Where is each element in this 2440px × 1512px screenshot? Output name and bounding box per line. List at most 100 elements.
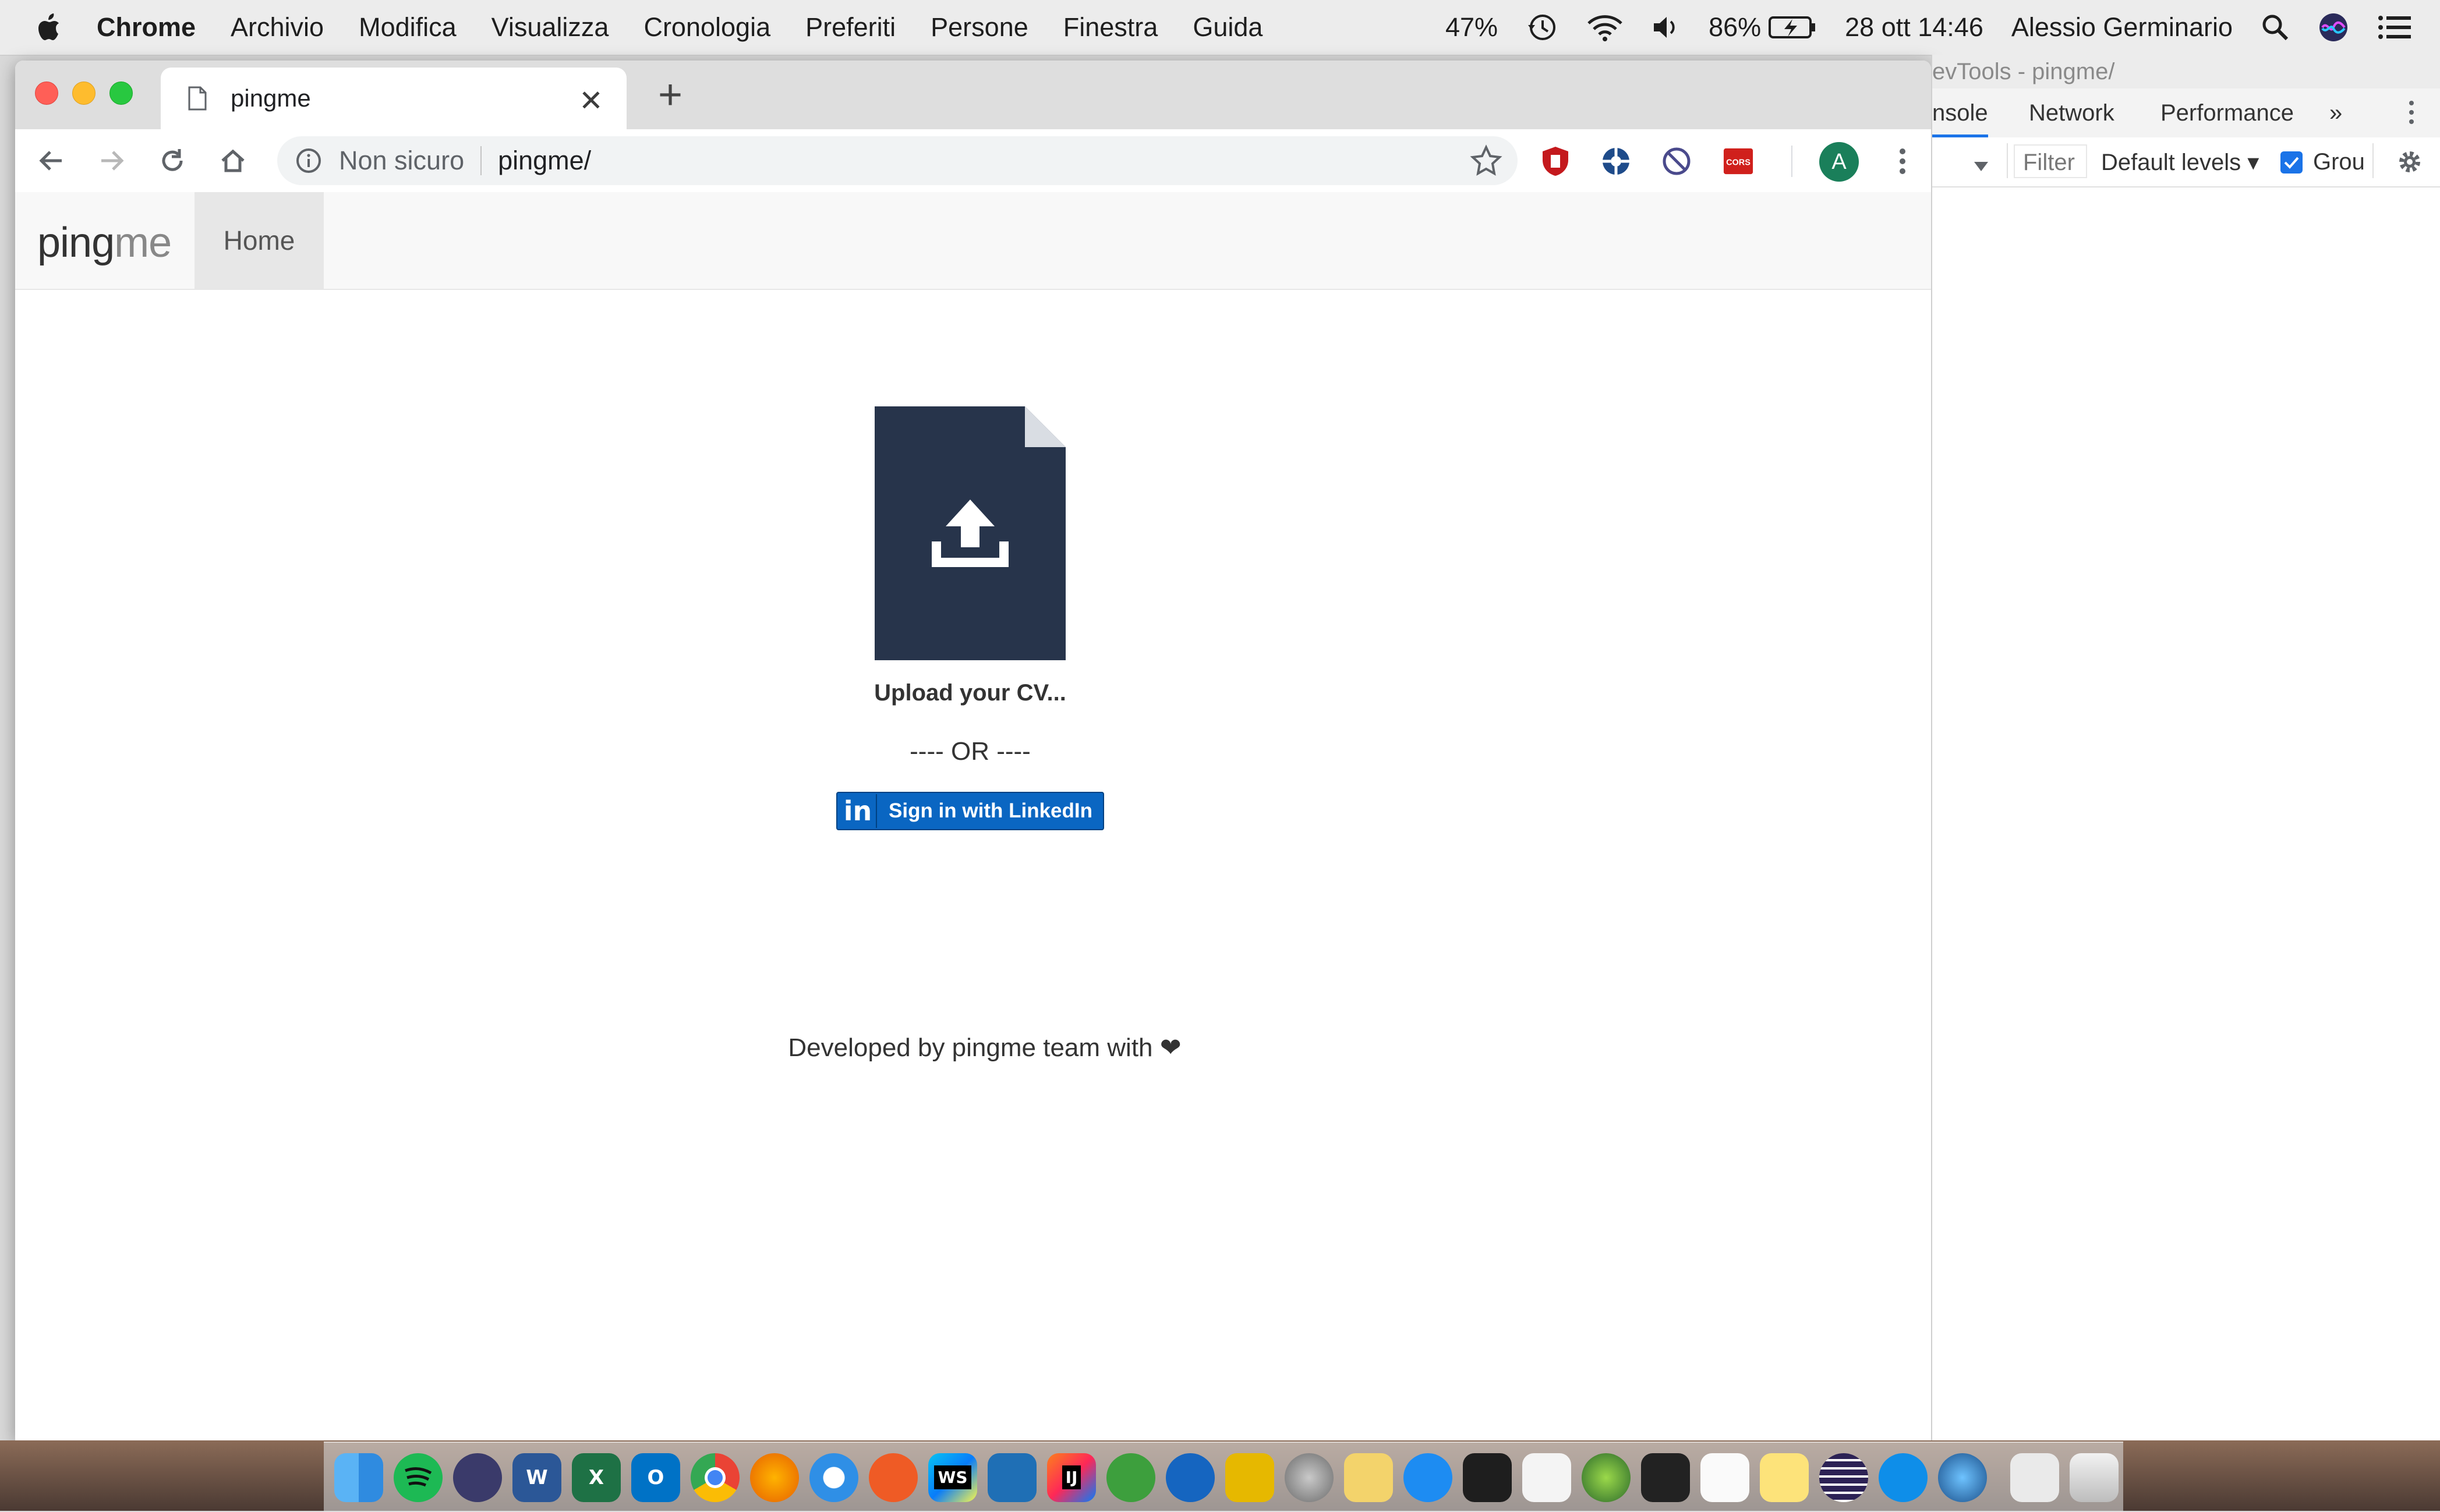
menu-archivio[interactable]: Archivio: [231, 12, 324, 43]
info-icon[interactable]: [295, 147, 323, 175]
filezilla-icon[interactable]: [1225, 1453, 1274, 1502]
group-similar-label: Grou: [2313, 149, 2365, 175]
menu-persone[interactable]: Persone: [931, 12, 1028, 43]
window-minimize-button[interactable]: [72, 82, 96, 105]
quicktime-icon[interactable]: [1938, 1453, 1987, 1502]
volume-icon[interactable]: [1652, 15, 1681, 40]
window-close-button[interactable]: [35, 82, 58, 105]
notification-center-icon[interactable]: [2377, 15, 2412, 40]
reload-icon[interactable]: [156, 144, 189, 177]
safari-icon[interactable]: [809, 1453, 858, 1502]
upload-label[interactable]: Upload your CV...: [714, 680, 1226, 706]
window-maximize-button[interactable]: [109, 82, 133, 105]
browser-tab[interactable]: pingme ✕: [161, 68, 627, 129]
context-dropdown-icon[interactable]: [1973, 153, 1989, 179]
vscode-icon[interactable]: [988, 1453, 1037, 1502]
brand-logo[interactable]: pingme: [37, 219, 172, 267]
battery-icon[interactable]: [1768, 15, 1817, 40]
teamviewer-icon[interactable]: [1879, 1453, 1928, 1502]
address-bar[interactable]: Non sicuro pingme/: [277, 136, 1518, 185]
status-area: 47% 86% 28 ott 14:46 Alessio Germinario: [1445, 0, 2440, 55]
tab-close-icon[interactable]: ✕: [577, 84, 606, 118]
time-machine-icon[interactable]: [1526, 11, 1558, 44]
terminal-icon[interactable]: [1463, 1453, 1512, 1502]
menu-preferiti[interactable]: Preferiti: [805, 12, 896, 43]
nav-home-link[interactable]: Home: [195, 192, 324, 289]
security-label[interactable]: Non sicuro: [339, 146, 464, 176]
finder-icon[interactable]: [334, 1453, 383, 1502]
browser-toolbar: Non sicuro pingme/ CORS A: [15, 129, 1931, 241]
maps-pin-icon[interactable]: [1166, 1453, 1215, 1502]
menu-visualizza[interactable]: Visualizza: [491, 12, 609, 43]
devtools-more-tabs-icon[interactable]: »: [2329, 100, 2342, 126]
forward-icon[interactable]: [96, 144, 128, 177]
webstorm-icon[interactable]: WS: [928, 1453, 977, 1502]
siri-dock-icon[interactable]: [453, 1453, 502, 1502]
gis-globe-icon[interactable]: [1582, 1453, 1631, 1502]
menu-modifica[interactable]: Modifica: [359, 12, 457, 43]
firefox-icon[interactable]: [750, 1453, 799, 1502]
page-icon: [188, 86, 207, 111]
spotify-icon[interactable]: [394, 1453, 443, 1502]
upload-file-icon: [875, 406, 1066, 660]
bookmark-star-icon[interactable]: [1470, 144, 1502, 177]
devtools-tab-performance[interactable]: Performance: [2160, 100, 2294, 126]
app-store-icon[interactable]: [1403, 1453, 1452, 1502]
console-settings-gear-icon[interactable]: [2395, 147, 2425, 183]
sourcetree-icon[interactable]: [1106, 1453, 1155, 1502]
preview-icon[interactable]: [1700, 1453, 1749, 1502]
cpu-usage[interactable]: 47%: [1445, 12, 1498, 43]
excel-icon[interactable]: X: [572, 1453, 621, 1502]
trash-icon[interactable]: [2070, 1453, 2119, 1502]
apple-icon[interactable]: [35, 12, 62, 43]
siri-icon[interactable]: [2318, 12, 2349, 43]
profile-avatar[interactable]: A: [1819, 142, 1859, 182]
intellij-letters: IJ: [1062, 1465, 1081, 1489]
postman-icon[interactable]: [869, 1453, 918, 1502]
menu-cronologia[interactable]: Cronologia: [643, 12, 770, 43]
cors-icon[interactable]: CORS: [1723, 146, 1754, 177]
extension-blue-icon[interactable]: [1600, 146, 1632, 177]
home-icon[interactable]: [217, 144, 249, 177]
web-page: pingme Home Upload your CV... ---- OR --…: [15, 192, 1931, 1440]
textedit-icon[interactable]: [1522, 1453, 1571, 1502]
outlook-icon[interactable]: O: [631, 1453, 680, 1502]
battery-percentage[interactable]: 86%: [1709, 12, 1761, 43]
menu-guida[interactable]: Guida: [1193, 12, 1263, 43]
navbar: pingme Home: [15, 192, 1931, 290]
notes-icon[interactable]: [1760, 1453, 1809, 1502]
activity-monitor-icon[interactable]: [1641, 1453, 1690, 1502]
tab-strip: pingme ✕ +: [15, 61, 1931, 129]
devtools-tabs: nsole Network Performance »: [1932, 88, 2440, 139]
console-filter-input[interactable]: Filter: [2014, 144, 2087, 178]
or-divider: ---- OR ----: [910, 737, 1031, 766]
block-icon[interactable]: [1661, 146, 1692, 177]
datetime[interactable]: 28 ott 14:46: [1845, 12, 1983, 43]
spotlight-icon[interactable]: [2261, 13, 2290, 42]
chrome-icon[interactable]: [691, 1453, 740, 1502]
downloads-stack-icon[interactable]: [2010, 1453, 2059, 1502]
menu-finestra[interactable]: Finestra: [1063, 12, 1158, 43]
devtools-tab-console[interactable]: nsole: [1932, 100, 1988, 138]
toolbar-divider: [1791, 146, 1792, 177]
devtools-tab-network[interactable]: Network: [2029, 100, 2114, 126]
eclipse-icon[interactable]: [1819, 1453, 1868, 1502]
kebab-menu-icon[interactable]: [1887, 146, 1918, 177]
system-preferences-gear-icon[interactable]: [1285, 1453, 1334, 1502]
wifi-icon[interactable]: [1586, 13, 1624, 42]
group-similar-checkbox[interactable]: [2280, 151, 2303, 173]
linkedin-signin-button[interactable]: in Sign in with LinkedIn: [836, 792, 1104, 830]
back-icon[interactable]: [35, 144, 68, 177]
user-name[interactable]: Alessio Germinario: [2011, 12, 2233, 43]
intellij-icon[interactable]: IJ: [1047, 1453, 1096, 1502]
webstorm-letters: WS: [934, 1465, 971, 1489]
ublock-icon[interactable]: [1540, 146, 1571, 177]
cv-upload-dropzone[interactable]: [875, 406, 1066, 660]
menu-app-name[interactable]: Chrome: [97, 12, 196, 43]
word-icon[interactable]: W: [512, 1453, 561, 1502]
log-levels-dropdown[interactable]: Default levels ▾: [2101, 149, 2259, 176]
url-text[interactable]: pingme/: [498, 146, 591, 176]
devtools-menu-icon[interactable]: [2407, 99, 2416, 132]
stickies-icon[interactable]: [1344, 1453, 1393, 1502]
new-tab-button[interactable]: +: [650, 74, 691, 116]
